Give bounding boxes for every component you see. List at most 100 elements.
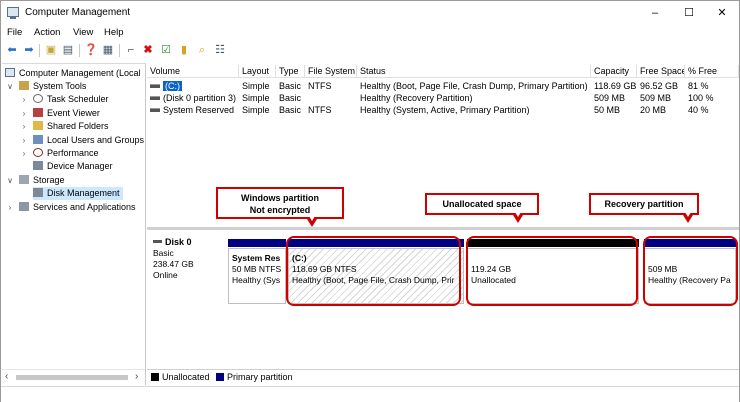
tree-item-system-tools[interactable]: System Tools xyxy=(19,80,86,93)
column-header-status[interactable]: Status xyxy=(357,65,591,78)
callout-windows-partition: Windows partition Not encrypted xyxy=(216,187,344,219)
menu-file[interactable]: File xyxy=(7,27,22,38)
close-button[interactable]: ✕ xyxy=(705,1,739,25)
tree-item-event-viewer[interactable]: Event Viewer xyxy=(33,107,100,120)
properties-icon[interactable]: ▦ xyxy=(101,43,115,57)
volume-name: System Reserved xyxy=(163,105,235,115)
layout-cell: Simple xyxy=(242,81,270,91)
table-row[interactable]: (Disk 0 partition 3) xyxy=(147,92,239,104)
tree-label: Event Viewer xyxy=(47,108,100,118)
search-icon[interactable]: ⌕ xyxy=(195,43,209,57)
folder-icon[interactable]: ▮ xyxy=(177,43,191,57)
table-row[interactable]: (C:) xyxy=(147,80,239,92)
tree-item-shared-folders[interactable]: Shared Folders xyxy=(33,120,109,133)
chevron-right-icon[interactable]: › xyxy=(20,109,28,118)
scroll-right-icon[interactable]: › xyxy=(135,371,138,382)
callout-pointer xyxy=(683,212,693,223)
capacity-cell: 50 MB xyxy=(594,105,621,115)
toolbar-separator xyxy=(79,44,80,57)
status-cell: Healthy (Boot, Page File, Crash Dump, Pr… xyxy=(360,81,588,91)
column-header-layout[interactable]: Layout xyxy=(239,65,276,78)
column-header-type[interactable]: Type xyxy=(276,65,305,78)
shared-folder-icon xyxy=(33,121,43,130)
disk-icon xyxy=(33,188,43,197)
device-manager-icon xyxy=(33,161,43,170)
tree-item-device-manager[interactable]: Device Manager xyxy=(33,160,113,173)
disk-size: 238.47 GB xyxy=(153,259,194,269)
tree-item-computer-management[interactable]: Computer Management (Local xyxy=(5,67,141,80)
column-header-file-system[interactable]: File System xyxy=(305,65,357,78)
toolbar-separator xyxy=(119,44,120,57)
column-header-capacity[interactable]: Capacity xyxy=(591,65,637,78)
tree-label: Storage xyxy=(33,175,65,185)
tree-item-disk-management[interactable]: Disk Management xyxy=(33,187,123,200)
tree-item-services-and-applications[interactable]: Services and Applications xyxy=(19,201,136,214)
status-bar xyxy=(1,386,739,402)
scroll-left-icon[interactable]: ‹ xyxy=(5,371,8,382)
disk-state: Online xyxy=(153,270,178,280)
file-system-cell: NTFS xyxy=(308,105,332,115)
column-header-percent-free[interactable]: % Free xyxy=(685,65,739,78)
disk-0-label[interactable]: Disk 0 Basic 238.47 GB Online xyxy=(153,237,223,299)
scrollbar-thumb[interactable] xyxy=(16,375,128,380)
partition-name: System Res xyxy=(232,253,281,263)
folder-up-icon[interactable]: ▣ xyxy=(44,43,58,57)
drive-icon xyxy=(150,84,160,88)
volume-name: (Disk 0 partition 3) xyxy=(163,93,237,103)
delete-icon[interactable]: ✖ xyxy=(141,43,155,57)
chevron-down-icon[interactable]: ∨ xyxy=(6,82,14,91)
callout-line: Recovery partition xyxy=(604,199,684,209)
tree-item-local-users-and-groups[interactable]: Local Users and Groups xyxy=(33,134,144,147)
tree-label: Local Users and Groups xyxy=(47,135,145,145)
disk-name: Disk 0 xyxy=(165,237,192,247)
tree-label: Device Manager xyxy=(47,161,113,171)
partition-size: 50 MB NTFS xyxy=(232,264,282,274)
type-cell: Basic xyxy=(279,93,302,103)
tree-item-task-scheduler[interactable]: Task Scheduler xyxy=(33,93,109,106)
show-hide-tree-icon[interactable]: ▤ xyxy=(61,43,75,57)
chevron-right-icon[interactable]: › xyxy=(6,203,14,212)
users-icon xyxy=(33,135,43,144)
back-icon[interactable]: ⬅ xyxy=(5,43,19,57)
tree-item-storage[interactable]: Storage xyxy=(19,174,65,187)
tree-horizontal-scrollbar[interactable]: ‹ › xyxy=(2,369,145,384)
file-system-cell: NTFS xyxy=(308,81,332,91)
capacity-cell: 118.69 GB xyxy=(594,81,637,91)
type-cell: Basic xyxy=(279,105,302,115)
free-space-cell: 96.52 GB xyxy=(640,81,679,91)
performance-icon xyxy=(33,148,43,157)
menu-action[interactable]: Action xyxy=(34,27,60,38)
chevron-down-icon[interactable]: ∨ xyxy=(6,176,14,185)
callout-recovery-partition: Recovery partition xyxy=(589,193,699,215)
disk-icon xyxy=(153,240,162,243)
check-icon[interactable]: ☑ xyxy=(159,43,173,57)
free-space-cell: 20 MB xyxy=(640,105,667,115)
capacity-cell: 509 MB xyxy=(594,93,626,103)
tree-label: Task Scheduler xyxy=(47,94,109,104)
chevron-right-icon[interactable]: › xyxy=(20,95,28,104)
column-header-volume[interactable]: Volume xyxy=(147,65,239,78)
callout-pointer xyxy=(307,216,317,227)
table-row[interactable]: System Reserved xyxy=(147,104,239,116)
minimize-button[interactable]: – xyxy=(638,1,672,25)
connect-icon[interactable]: ⌐ xyxy=(124,43,138,57)
percent-free-cell: 81 % xyxy=(688,81,709,91)
menu-help[interactable]: Help xyxy=(104,27,124,38)
partition-system-reserved[interactable]: System Res 50 MB NTFS Healthy (Sys xyxy=(228,248,286,304)
chevron-right-icon[interactable]: › xyxy=(20,136,28,145)
list-icon[interactable]: ☷ xyxy=(213,43,227,57)
title-bar: Computer Management – ☐ ✕ xyxy=(1,1,739,25)
free-space-cell: 509 MB xyxy=(640,93,672,103)
menu-view[interactable]: View xyxy=(73,27,93,38)
forward-icon[interactable]: ➡ xyxy=(22,43,36,57)
chevron-right-icon[interactable]: › xyxy=(20,122,28,131)
help-icon[interactable]: ❓ xyxy=(84,43,98,57)
maximize-button[interactable]: ☐ xyxy=(672,1,706,25)
column-header-free-space[interactable]: Free Space xyxy=(637,65,685,78)
services-icon xyxy=(19,202,29,211)
chevron-right-icon[interactable]: › xyxy=(20,149,28,158)
tree-label: Services and Applications xyxy=(33,202,136,212)
recovery-partition-highlight xyxy=(643,236,738,306)
clock-icon xyxy=(33,94,43,103)
tree-item-performance[interactable]: Performance xyxy=(33,147,99,160)
